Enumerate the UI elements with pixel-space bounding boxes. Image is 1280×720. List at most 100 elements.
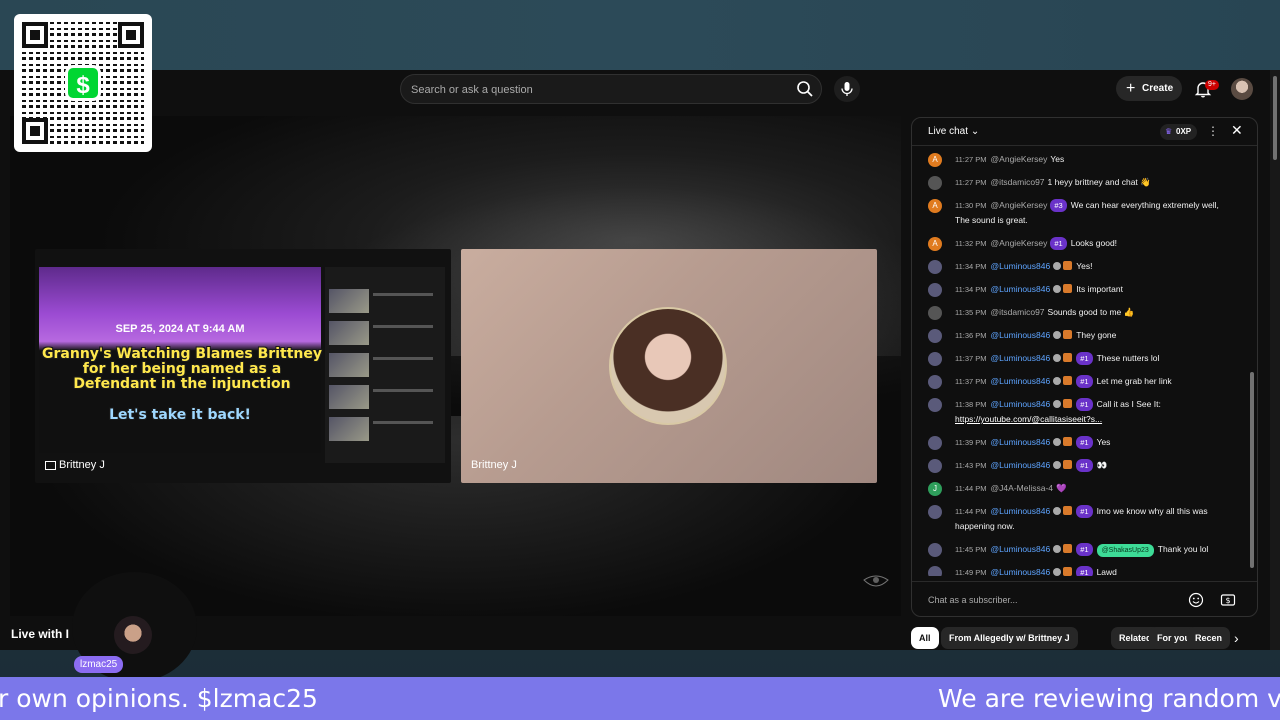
member-badge-icon — [1063, 506, 1073, 515]
chat-author-name[interactable]: @Luminous846 — [991, 437, 1051, 447]
page-scrollbar[interactable] — [1270, 70, 1280, 650]
chat-message: 11:39 PM @Luminous846 #1 Yes — [912, 431, 1242, 454]
filter-chip[interactable]: All — [911, 627, 939, 649]
chat-author-name[interactable]: @Luminous846 — [991, 460, 1051, 470]
chat-author-name[interactable]: @Luminous846 — [991, 376, 1051, 386]
chat-author-name[interactable]: @Luminous846 — [991, 399, 1051, 409]
verified-icon — [1053, 331, 1062, 339]
chat-author-avatar[interactable] — [928, 176, 942, 190]
more-options-icon[interactable]: ⋮ — [1207, 124, 1219, 138]
filter-chip[interactable]: Recen — [1187, 627, 1231, 649]
chat-author-avatar[interactable] — [928, 459, 942, 473]
chat-author-avatar[interactable] — [928, 566, 942, 576]
create-button[interactable]: + Create — [1116, 76, 1182, 101]
account-avatar[interactable] — [1231, 78, 1253, 100]
chat-author-avatar[interactable]: A — [928, 237, 942, 251]
super-chat-icon[interactable]: $ — [1220, 592, 1236, 608]
xp-badge[interactable]: 0XP — [1160, 124, 1198, 140]
chat-scrollbar-thumb[interactable] — [1250, 372, 1254, 568]
chat-message-list[interactable]: A 11:27 PM @AngieKersey Yes 11:27 PM @itsdami… — [912, 148, 1242, 576]
chevron-down-icon: ⌄ — [970, 126, 980, 137]
notification-count-badge: 9+ — [1205, 80, 1219, 90]
chat-message-link[interactable]: https://youtube.com/@callitasiseeit?s... — [955, 414, 1102, 424]
microphone-icon[interactable] — [834, 76, 860, 102]
live-chat-header: Live chat ⌄ 0XP ⋮ ✕ — [912, 118, 1257, 146]
stream-title: Live with I — [11, 627, 70, 641]
chat-author-name[interactable]: @Luminous846 — [991, 567, 1051, 576]
chat-author-avatar[interactable] — [928, 375, 942, 389]
chat-timestamp: 11:44 PM — [955, 507, 987, 516]
chat-author-avatar[interactable] — [928, 260, 942, 274]
stream-overlay-top-band — [0, 0, 1280, 70]
video-player[interactable]: SEP 25, 2024 AT 9:44 AM Granny's Watchin… — [10, 116, 901, 616]
filter-chip[interactable]: From Allegedly w/ Brittney J — [941, 627, 1078, 649]
chat-timestamp: 11:34 PM — [955, 285, 987, 294]
chat-author-name[interactable]: @AngieKersey — [991, 200, 1048, 210]
member-badge-icon — [1063, 437, 1073, 446]
search-icon[interactable] — [795, 79, 815, 99]
close-icon[interactable]: ✕ — [1231, 122, 1243, 139]
chat-mention-chip[interactable]: @ShakasUp23 — [1096, 544, 1154, 557]
stream-ticker-banner: r own opinions. $lzmac25 We are reviewin… — [0, 677, 1280, 720]
chat-author-avatar[interactable] — [928, 329, 942, 343]
qr-finder-mark — [22, 22, 48, 48]
cashapp-qr-code: $ — [14, 14, 152, 152]
channel-watermark-icon — [863, 575, 889, 587]
create-label: Create — [1142, 83, 1174, 94]
thumbnail — [329, 353, 369, 377]
chat-author-name[interactable]: @AngieKersey — [991, 238, 1048, 248]
member-badge-icon — [1063, 353, 1073, 362]
chat-author-name[interactable]: @AngieKersey — [991, 154, 1048, 164]
search-input[interactable] — [411, 81, 771, 99]
chat-author-avatar[interactable]: A — [928, 199, 942, 213]
chat-message-text: 1 heyy brittney and chat 👋 — [1047, 177, 1151, 187]
chat-message-text: Yes! — [1076, 261, 1093, 271]
chat-author-avatar[interactable]: A — [928, 153, 942, 167]
chevron-right-icon[interactable]: › — [1234, 630, 1239, 646]
chat-timestamp: 11:27 PM — [955, 155, 987, 164]
thumbnail — [329, 321, 369, 345]
ticker-text-right: We are reviewing random vid — [938, 684, 1280, 713]
chat-input[interactable] — [928, 590, 1188, 610]
plus-icon: + — [1126, 80, 1136, 97]
chat-author-avatar[interactable] — [928, 543, 942, 557]
verified-icon — [1053, 400, 1062, 408]
chat-author-name[interactable]: @Luminous846 — [991, 353, 1051, 363]
chat-author-name[interactable]: @Luminous846 — [991, 506, 1051, 516]
verified-icon — [1053, 461, 1062, 469]
live-chat-dropdown[interactable]: Live chat ⌄ — [928, 126, 979, 137]
left-tile-label: Brittney J — [45, 459, 105, 471]
chat-timestamp: 11:38 PM — [955, 400, 987, 409]
emoji-icon[interactable] — [1188, 592, 1204, 608]
streamer-face — [114, 616, 152, 654]
chat-author-name[interactable]: @itsdamico97 — [991, 177, 1045, 187]
chat-message: 11:36 PM @Luminous846 They gone — [912, 324, 1242, 347]
chat-author-name[interactable]: @itsdamico97 — [991, 307, 1045, 317]
verified-icon — [1053, 377, 1062, 385]
qr-pattern: $ — [22, 22, 144, 144]
chat-author-avatar[interactable] — [928, 283, 942, 297]
qr-finder-mark — [118, 22, 144, 48]
shared-video-frame: SEP 25, 2024 AT 9:44 AM Granny's Watchin… — [39, 267, 322, 453]
chat-message: 11:27 PM @itsdamico97 1 heyy brittney and … — [912, 171, 1242, 194]
chat-author-avatar[interactable] — [928, 398, 942, 412]
page-scrollbar-thumb[interactable] — [1273, 76, 1277, 160]
chat-author-avatar[interactable] — [928, 306, 942, 320]
chat-author-avatar[interactable] — [928, 352, 942, 366]
verified-icon — [1053, 507, 1062, 515]
chat-author-name[interactable]: @Luminous846 — [991, 544, 1051, 554]
member-badge-icon — [1063, 399, 1073, 408]
qr-finder-mark — [22, 118, 48, 144]
chat-author-name[interactable]: @Luminous846 — [991, 284, 1051, 294]
chat-author-avatar[interactable] — [928, 436, 942, 450]
chat-message: 11:37 PM @Luminous846 #1 Let me grab her li… — [912, 370, 1242, 393]
chat-author-avatar[interactable]: J — [928, 482, 942, 496]
chat-author-name[interactable]: @Luminous846 — [991, 330, 1051, 340]
chat-author-avatar[interactable] — [928, 505, 942, 519]
chat-rank-badge: #1 — [1076, 543, 1093, 556]
member-badge-icon — [1063, 261, 1073, 270]
chat-author-name[interactable]: @J4A-Melissa-4 — [991, 483, 1053, 493]
live-chat-title: Live chat — [928, 126, 969, 137]
chat-author-name[interactable]: @Luminous846 — [991, 261, 1051, 271]
shared-video-headline: Granny's Watching Blames Brittney for he… — [42, 346, 322, 392]
